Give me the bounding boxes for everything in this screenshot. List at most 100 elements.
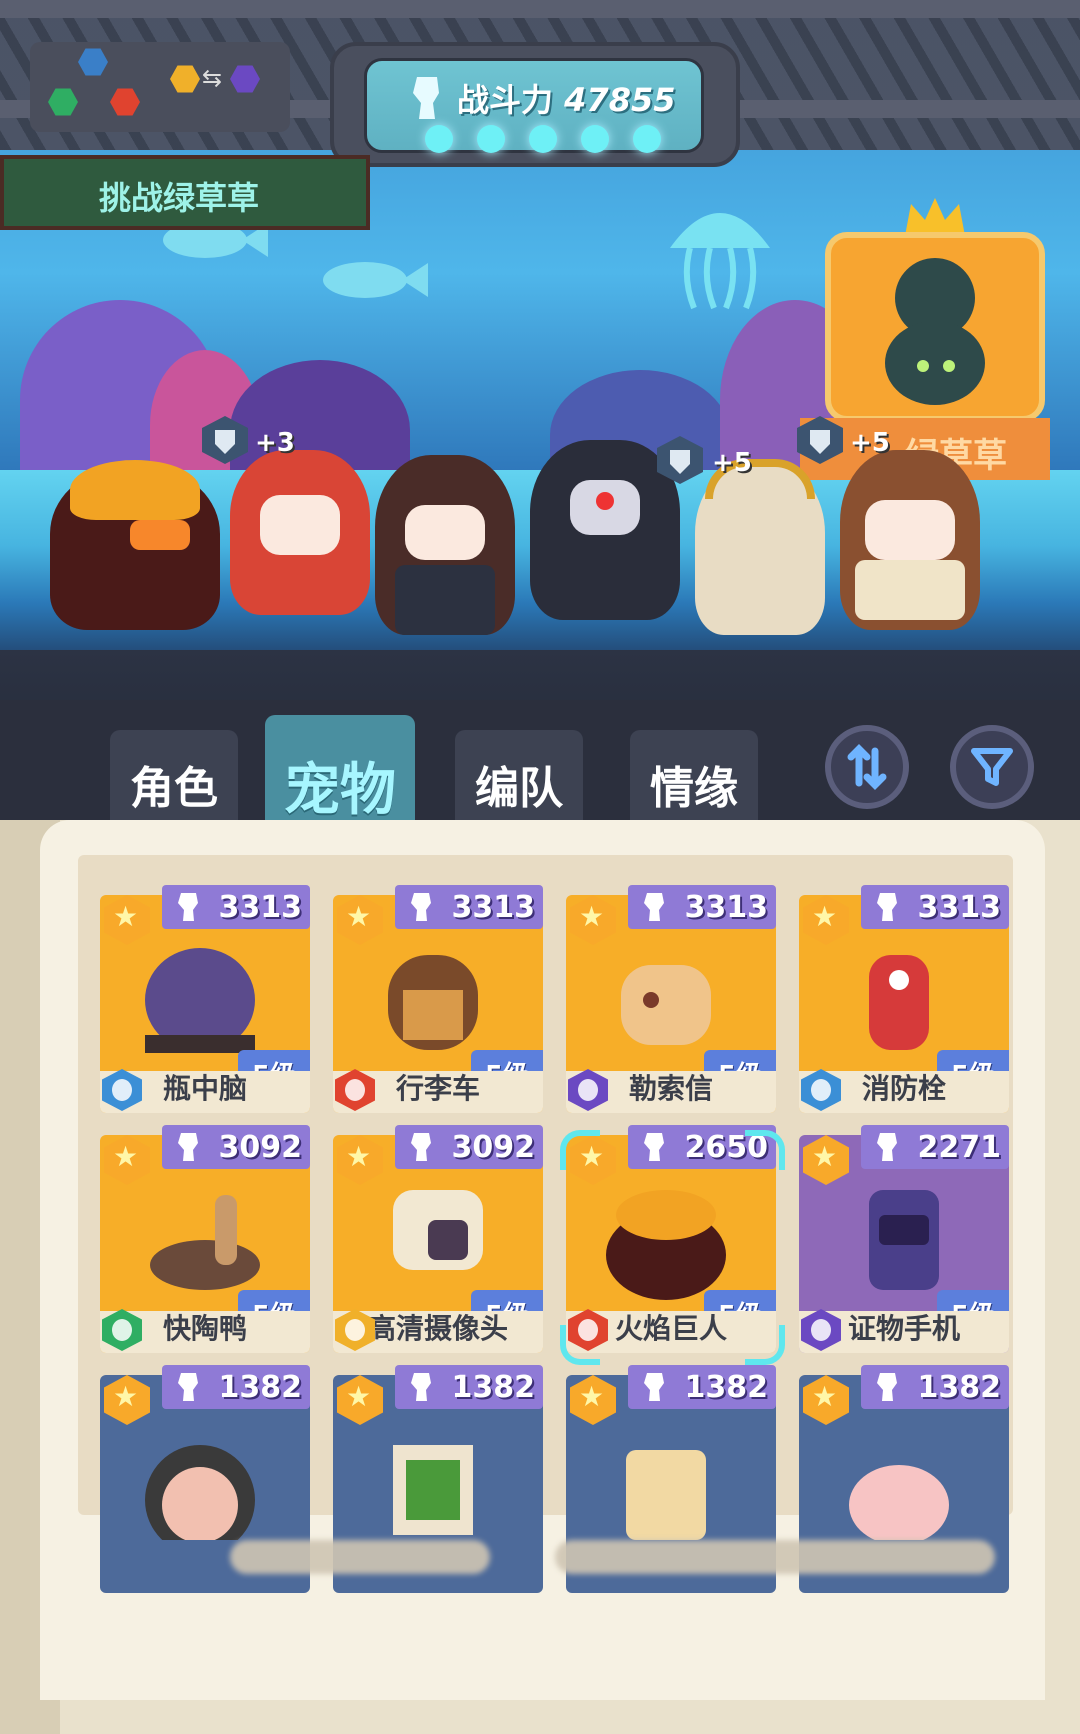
- filter-button[interactable]: [950, 725, 1034, 809]
- fist-icon: [411, 893, 431, 921]
- team-member-laurel-hero[interactable]: [695, 459, 825, 635]
- sort-icon: [847, 744, 887, 790]
- boss-silhouette-icon: [885, 258, 985, 405]
- pet-portrait: [393, 1445, 473, 1535]
- fist-icon: [413, 77, 439, 119]
- pet-power-value: 1382: [218, 1370, 303, 1405]
- stage-dot: [633, 125, 661, 153]
- pet-portrait: [393, 1190, 483, 1270]
- tab-bar: 角色 宠物 编队 情缘: [0, 700, 1080, 825]
- pet-portrait: [621, 965, 711, 1045]
- shield-icon: [797, 416, 843, 464]
- pet-portrait: [145, 948, 255, 1053]
- tab-bonds[interactable]: 情缘: [630, 730, 758, 820]
- fire-element-icon: [110, 88, 140, 116]
- swap-arrows-icon: ⇆: [202, 64, 223, 92]
- pet-power-value: 3313: [218, 890, 303, 925]
- challenge-label: 挑战绿草草: [99, 179, 260, 217]
- pet-power-value: 1382: [451, 1370, 536, 1405]
- combat-power-text: 战斗力 47855: [457, 75, 675, 121]
- pet-power-tag: 3313: [395, 885, 543, 929]
- pet-portrait: [626, 1450, 706, 1540]
- pet-power-value: 3092: [451, 1130, 536, 1165]
- selection-corner: [560, 1325, 600, 1365]
- pet-power-tag: 3092: [162, 1125, 310, 1169]
- pet-power-tag: 1382: [628, 1365, 776, 1409]
- stage-dot: [425, 125, 453, 153]
- tab-pets[interactable]: 宠物: [265, 715, 415, 823]
- fist-icon: [644, 1373, 664, 1401]
- element-counter-panel[interactable]: ⇆: [30, 42, 290, 132]
- pet-card[interactable]: 5级 行李车 3313 ★: [333, 885, 543, 1113]
- tab-characters[interactable]: 角色: [110, 730, 238, 820]
- combat-power-label: 战斗力: [457, 81, 554, 119]
- pet-portrait: [869, 1190, 939, 1290]
- sort-button[interactable]: [825, 725, 909, 809]
- pet-power-tag: 1382: [395, 1365, 543, 1409]
- blurred-footer-text: [555, 1540, 995, 1574]
- pet-power-tag: 1382: [861, 1365, 1009, 1409]
- jellyfish-icon: [670, 213, 770, 310]
- fist-icon: [644, 1133, 664, 1161]
- blurred-footer-text: [230, 1540, 490, 1574]
- battle-scene: ⇆ 战斗力 47855 挑战绿草草 绿草草 +3 +5 +5: [0, 0, 1080, 780]
- water-element-icon: [78, 48, 108, 76]
- pet-power-tag: 1382: [162, 1365, 310, 1409]
- pet-card[interactable]: 5级 消防栓 3313 ★: [799, 885, 1009, 1113]
- fist-icon: [411, 1133, 431, 1161]
- grass-element-icon: [48, 88, 78, 116]
- combat-power-panel: 战斗力 47855: [330, 42, 740, 167]
- pet-power-tag: 2271: [861, 1125, 1009, 1169]
- pet-power-value: 3092: [218, 1130, 303, 1165]
- filter-icon: [971, 748, 1013, 786]
- pet-power-value: 2271: [917, 1130, 1002, 1165]
- team-member-crowned-king[interactable]: [840, 450, 980, 630]
- tab-label: 角色: [130, 763, 218, 814]
- pet-portrait: [145, 1445, 255, 1540]
- selection-corner: [560, 1130, 600, 1170]
- pet-card[interactable]: 5级 瓶中脑 3313 ★: [100, 885, 310, 1113]
- shield-icon: [657, 436, 703, 484]
- pet-power-value: 3313: [917, 890, 1002, 925]
- pet-power-tag: 3313: [628, 885, 776, 929]
- fist-icon: [178, 1373, 198, 1401]
- fist-icon: [877, 1373, 897, 1401]
- fist-icon: [178, 893, 198, 921]
- team-bonus: +5: [712, 448, 752, 478]
- pet-power-value: 3313: [684, 890, 769, 925]
- fish-icon: [323, 262, 428, 298]
- pet-card[interactable]: 5级 高清摄像头 3092 ★: [333, 1125, 543, 1353]
- team-member-fire-golem[interactable]: [50, 460, 220, 630]
- selection-corner: [745, 1325, 785, 1365]
- stage-dots: [425, 125, 661, 153]
- stage-dot: [477, 125, 505, 153]
- challenge-sign[interactable]: 挑战绿草草: [0, 155, 370, 230]
- tab-label: 编队: [475, 763, 563, 814]
- pet-card[interactable]: 5级 勒索信 3313 ★: [566, 885, 776, 1113]
- pet-power-value: 3313: [451, 890, 536, 925]
- pet-power-tag: 3092: [395, 1125, 543, 1169]
- team-member-red-hair-girl[interactable]: [230, 450, 370, 615]
- pet-card[interactable]: 5级 快陶鸭 3092 ★: [100, 1125, 310, 1353]
- tab-formation[interactable]: 编队: [455, 730, 583, 820]
- team-bonus: +3: [255, 428, 295, 458]
- pet-portrait: [849, 1465, 949, 1540]
- pet-power-tag: 3313: [162, 885, 310, 929]
- fist-icon: [178, 1133, 198, 1161]
- combat-power-screen: 战斗力 47855: [364, 58, 704, 153]
- boss-portrait[interactable]: [825, 232, 1045, 422]
- tab-label: 情缘: [650, 763, 738, 814]
- pet-power-value: 1382: [684, 1370, 769, 1405]
- fist-icon: [411, 1373, 431, 1401]
- stage-dot: [581, 125, 609, 153]
- pet-card[interactable]: 5级 证物手机 2271 ★: [799, 1125, 1009, 1353]
- stage-dot: [529, 125, 557, 153]
- pet-portrait: [606, 1190, 726, 1300]
- fist-icon: [877, 1133, 897, 1161]
- pet-portrait: [150, 1195, 260, 1290]
- selection-corner: [745, 1130, 785, 1170]
- team-member-brown-hair-boy[interactable]: [375, 455, 515, 635]
- fist-icon: [877, 893, 897, 921]
- fist-icon: [644, 893, 664, 921]
- pet-portrait: [869, 955, 929, 1050]
